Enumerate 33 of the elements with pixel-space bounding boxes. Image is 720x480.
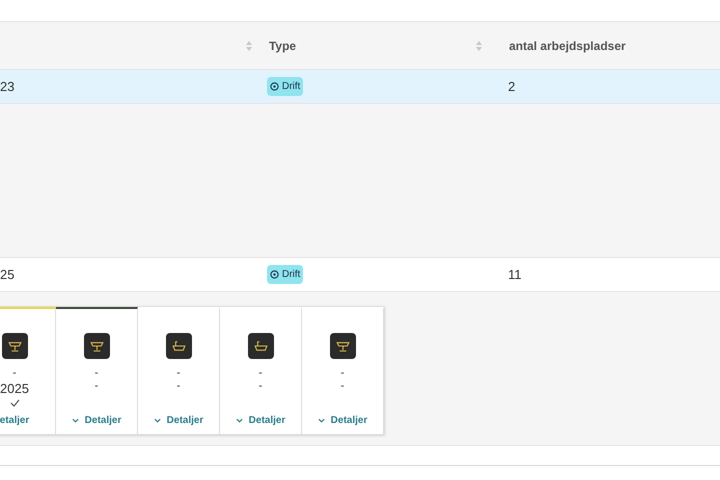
details-link[interactable]: Detaljer	[72, 413, 122, 428]
bowl-icon	[90, 342, 104, 352]
sort-icon[interactable]	[476, 40, 482, 50]
target-icon	[270, 270, 279, 279]
detail-value: -	[340, 367, 344, 380]
type-tag: Drift	[267, 77, 304, 96]
bathtub-icon	[254, 341, 268, 351]
target-icon	[270, 82, 279, 91]
table-cell-text: 25	[0, 266, 16, 284]
detail-value: -	[340, 380, 344, 393]
details-link[interactable]: Detaljer	[318, 413, 368, 428]
bathtub-icon	[172, 341, 186, 351]
detail-value: -	[94, 367, 98, 380]
detail-value: -	[258, 367, 262, 380]
type-tag: Drift	[267, 265, 304, 284]
column-header: Type	[268, 38, 296, 54]
column-header: antal arbejdspladser	[508, 38, 626, 54]
sort-icon[interactable]	[246, 40, 252, 50]
bowl-icon	[8, 342, 22, 352]
detail-value: 2025	[0, 380, 29, 397]
details-link[interactable]: etaljer	[0, 413, 30, 428]
table-cell-text: 2	[507, 78, 516, 96]
table-cell-text: 23	[0, 78, 16, 96]
detail-value: -	[12, 367, 16, 380]
table-cell-text: 11	[507, 266, 522, 284]
details-link[interactable]: Detaljer	[236, 413, 286, 428]
table-row[interactable]: 23 Drift 2	[0, 70, 720, 104]
detail-value: -	[258, 380, 262, 393]
bowl-icon	[336, 342, 350, 352]
detail-value: -	[176, 367, 180, 380]
details-link[interactable]: Detaljer	[154, 413, 204, 428]
detail-value: -	[176, 380, 180, 393]
detail-value: -	[94, 380, 98, 393]
